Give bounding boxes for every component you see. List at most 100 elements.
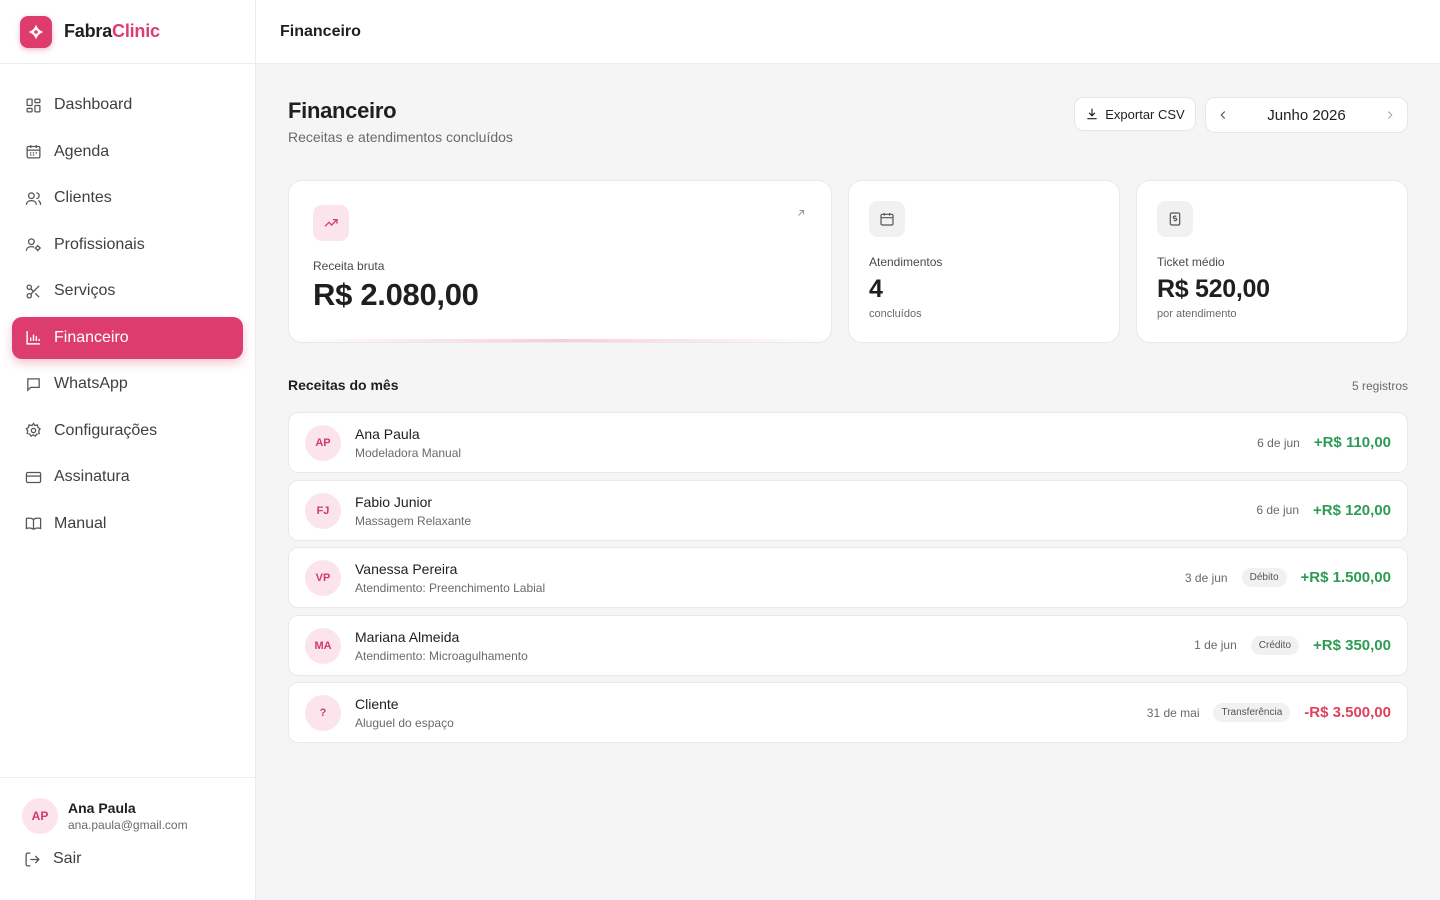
row-date: 3 de jun: [1184, 570, 1228, 585]
calendar-icon: [869, 201, 905, 237]
sidebar-item-label: Assinatura: [54, 468, 130, 485]
sidebar-item-label: Dashboard: [54, 96, 133, 113]
calendar-icon: [24, 143, 42, 161]
row-description: Atendimento: Microagulhamento: [355, 648, 528, 663]
ticket-label: Ticket médio: [1157, 255, 1225, 269]
row-amount: +R$ 1.500,00: [1300, 569, 1392, 586]
sidebar-item-label: Configurações: [54, 421, 158, 439]
chevron-right-icon[interactable]: [1383, 108, 1397, 122]
sidebar-item-label: Profissionais: [54, 235, 145, 253]
month-label: Junho 2026: [1267, 106, 1346, 124]
sidebar-item-label: Serviços: [54, 282, 116, 299]
row-name: Ana Paula: [355, 426, 420, 442]
row-amount: +R$ 350,00: [1313, 636, 1391, 654]
payment-badge: Crédito: [1250, 635, 1300, 655]
avatar: ?: [305, 695, 341, 731]
records-list: AP Ana Paula Modeladora Manual 6 de jun …: [288, 412, 1408, 750]
appointments-value: 4: [869, 275, 883, 303]
row-meta: 1 de jun Crédito +R$ 350,00: [1194, 616, 1391, 675]
arrow-up-right-icon: [795, 207, 807, 219]
dollar-receipt-icon: [1157, 201, 1193, 237]
sidebar: FabraClinic Dashboard Agenda Clientes Pr…: [0, 0, 256, 900]
avatar: AP: [22, 798, 58, 834]
row-date: 6 de jun: [1257, 435, 1300, 450]
row-date: 6 de jun: [1256, 503, 1300, 517]
sidebar-item-assinatura[interactable]: Assinatura: [12, 456, 243, 498]
user-email: ana.paula@gmail.com: [68, 818, 188, 832]
chevron-left-icon[interactable]: [1216, 108, 1230, 122]
book-icon: [24, 515, 42, 533]
ticket-card: Ticket médio R$ 520,00 por atendimento: [1136, 180, 1408, 343]
row-meta: 6 de jun +R$ 120,00: [1256, 481, 1391, 540]
export-csv-button[interactable]: Exportar CSV: [1074, 97, 1196, 131]
export-csv-label: Exportar CSV: [1105, 106, 1185, 122]
row-description: Modeladora Manual: [355, 446, 462, 460]
sidebar-item-label: Clientes: [54, 189, 112, 206]
brand[interactable]: FabraClinic: [0, 0, 255, 64]
appointments-label: Atendimentos: [869, 255, 943, 269]
bar-chart-icon: [24, 329, 42, 347]
brand-name: FabraClinic: [64, 21, 160, 42]
scissors-icon: [24, 282, 42, 300]
row-meta: 31 de mai Transferência -R$ 3.500,00: [1147, 683, 1391, 742]
gear-icon: [24, 422, 42, 440]
grid-icon: [24, 96, 42, 114]
sidebar-item-dashboard[interactable]: Dashboard: [12, 84, 243, 126]
records-title: Receitas do mês: [288, 377, 399, 393]
revenue-label: Receita bruta: [313, 259, 385, 273]
brand-name-part1: Fabra: [64, 21, 113, 41]
logo-icon: [20, 15, 52, 48]
table-row[interactable]: ? Cliente Aluguel do espaço 31 de mai Tr…: [288, 682, 1408, 743]
card-accent-line: [289, 339, 831, 342]
row-meta: 6 de jun +R$ 110,00: [1257, 413, 1391, 472]
sidebar-item-whatsapp[interactable]: WhatsApp: [12, 363, 243, 405]
sidebar-item-label: WhatsApp: [54, 375, 128, 392]
row-name: Fabio Junior: [355, 493, 433, 510]
table-row[interactable]: MA Mariana Almeida Atendimento: Microagu…: [288, 614, 1408, 676]
logout-label: Sair: [53, 850, 82, 867]
sidebar-nav: Dashboard Agenda Clientes Profissionais …: [0, 64, 255, 545]
logout-icon: [24, 851, 41, 868]
avatar: MA: [305, 627, 341, 664]
page-subtitle: Receitas e atendimentos concluídos: [288, 129, 513, 145]
sidebar-item-label: Agenda: [54, 142, 110, 160]
logout-button[interactable]: Sair: [0, 834, 256, 868]
sidebar-item-configuracoes[interactable]: Configurações: [12, 410, 243, 452]
row-amount: -R$ 3.500,00: [1304, 704, 1391, 721]
sidebar-footer: AP Ana Paula ana.paula@gmail.com Sair: [0, 777, 256, 900]
appointments-note: concluídos: [869, 308, 922, 320]
revenue-value: R$ 2.080,00: [313, 277, 479, 312]
trending-up-icon: [313, 205, 349, 241]
user-info: Ana Paula ana.paula@gmail.com: [68, 800, 188, 832]
message-icon: [24, 375, 42, 393]
row-description: Atendimento: Preenchimento Labial: [355, 581, 546, 595]
records-count: 5 registros: [1351, 379, 1408, 393]
payment-badge: Transferência: [1213, 703, 1291, 722]
user-name: Ana Paula: [68, 800, 136, 816]
sidebar-item-manual[interactable]: Manual: [12, 503, 243, 545]
user-profile[interactable]: AP Ana Paula ana.paula@gmail.com: [0, 778, 256, 834]
row-name: Mariana Almeida: [355, 628, 460, 645]
page-title: Financeiro: [288, 98, 397, 123]
revenue-card[interactable]: Receita bruta R$ 2.080,00: [288, 180, 832, 343]
table-row[interactable]: VP Vanessa Pereira Atendimento: Preenchi…: [288, 547, 1408, 608]
sidebar-item-profissionais[interactable]: Profissionais: [12, 224, 243, 266]
table-row[interactable]: AP Ana Paula Modeladora Manual 6 de jun …: [288, 412, 1408, 473]
sidebar-item-servicos[interactable]: Serviços: [12, 270, 243, 312]
download-icon: [1085, 107, 1099, 121]
row-meta: 3 de jun Débito +R$ 1.500,00: [1185, 548, 1391, 607]
sidebar-item-agenda[interactable]: Agenda: [12, 131, 243, 173]
topbar: Financeiro: [256, 0, 1440, 64]
row-description: Aluguel do espaço: [355, 716, 454, 730]
row-date: 1 de jun: [1194, 638, 1237, 652]
appointments-card: Atendimentos 4 concluídos: [848, 180, 1120, 343]
avatar: VP: [305, 560, 341, 596]
row-amount: +R$ 110,00: [1313, 434, 1391, 451]
sidebar-item-financeiro[interactable]: Financeiro: [12, 316, 243, 359]
avatar: FJ: [305, 492, 341, 529]
row-name: Cliente: [355, 696, 399, 712]
table-row[interactable]: FJ Fabio Junior Massagem Relaxante 6 de …: [288, 479, 1408, 541]
row-name: Vanessa Pereira: [355, 561, 458, 577]
brand-name-part2: Clinic: [112, 21, 160, 41]
sidebar-item-clientes[interactable]: Clientes: [12, 177, 243, 219]
